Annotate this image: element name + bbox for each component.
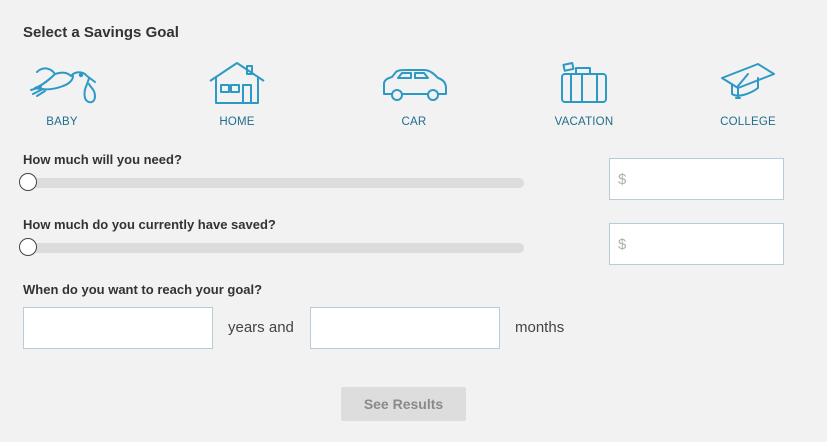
- house-icon: [209, 62, 265, 104]
- need-slider[interactable]: [19, 173, 524, 191]
- slider-thumb[interactable]: [19, 173, 37, 191]
- goal-vacation[interactable]: VACATION: [529, 60, 639, 128]
- car-icon: [383, 69, 447, 101]
- goal-label: HOME: [219, 116, 255, 128]
- goal-label: CAR: [401, 116, 427, 128]
- goal-car[interactable]: CAR: [359, 60, 469, 128]
- months-unit-label: months: [515, 319, 565, 336]
- timeline-question: When do you want to reach your goal?: [23, 282, 263, 297]
- goal-home[interactable]: HOME: [182, 60, 292, 128]
- page-title: Select a Savings Goal: [23, 24, 179, 41]
- need-amount-input[interactable]: [609, 158, 784, 200]
- goal-college[interactable]: COLLEGE: [693, 60, 803, 128]
- need-question: How much will you need?: [23, 152, 182, 167]
- see-results-button[interactable]: See Results: [341, 387, 466, 421]
- years-input[interactable]: [23, 307, 213, 349]
- slider-thumb[interactable]: [19, 238, 37, 256]
- saved-question: How much do you currently have saved?: [23, 217, 276, 232]
- saved-amount-input[interactable]: [609, 223, 784, 265]
- years-unit-label: years and: [228, 319, 294, 336]
- goal-label: BABY: [46, 116, 78, 128]
- graduation-cap-icon: [721, 63, 775, 99]
- stork-icon: [30, 67, 96, 104]
- goal-label: VACATION: [554, 116, 614, 128]
- goal-baby[interactable]: BABY: [7, 60, 117, 128]
- goal-label: COLLEGE: [720, 116, 776, 128]
- months-input[interactable]: [310, 307, 500, 349]
- suitcase-icon: [561, 62, 607, 103]
- saved-slider[interactable]: [19, 238, 524, 256]
